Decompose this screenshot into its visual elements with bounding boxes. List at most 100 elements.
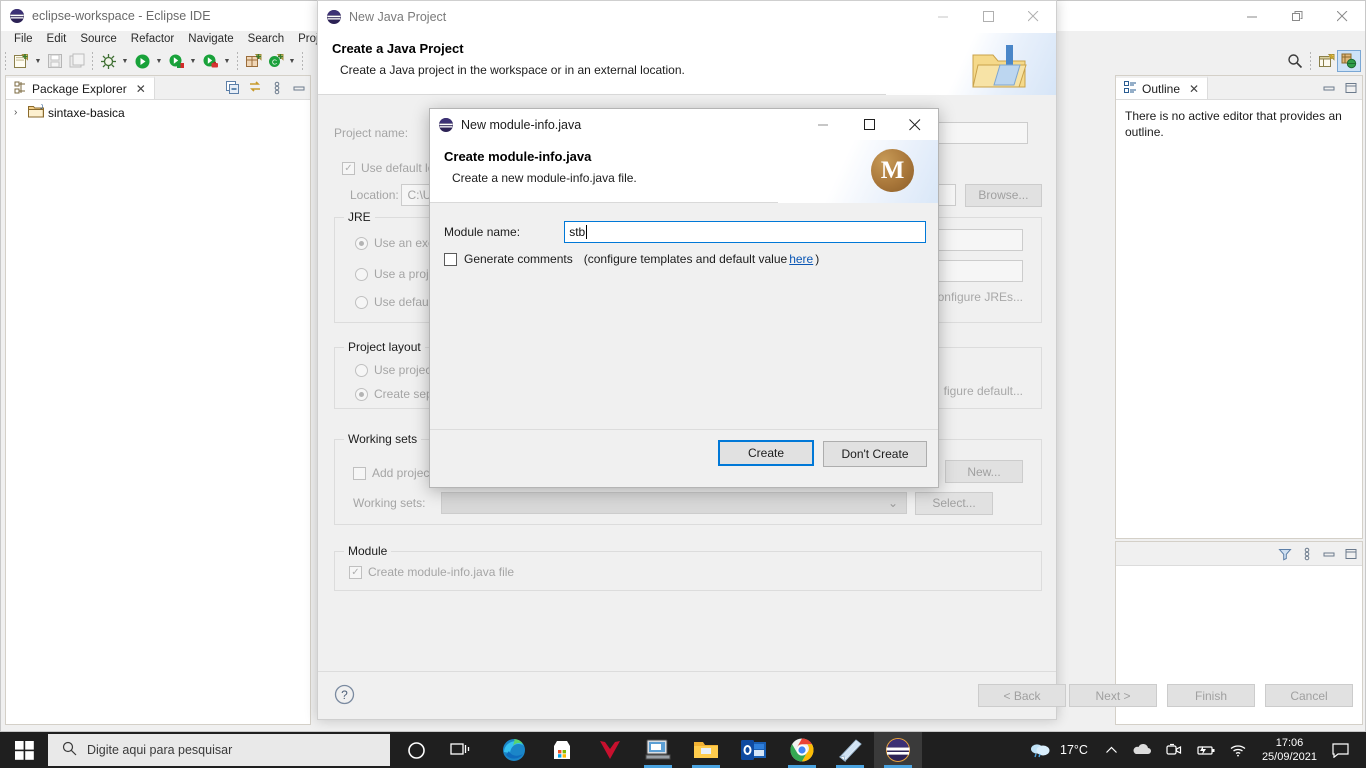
- coverage-dropdown-icon[interactable]: ▼: [221, 50, 233, 72]
- taskbar-app-sticky-notes[interactable]: [826, 732, 874, 768]
- tree-item-label: sintaxe-basica: [48, 105, 125, 120]
- external-tools-dropdown-icon[interactable]: ▼: [187, 50, 199, 72]
- toolbar-separator: [5, 52, 6, 70]
- start-button[interactable]: [0, 732, 48, 768]
- collapse-all-icon[interactable]: [225, 81, 240, 96]
- webcam-icon[interactable]: [1159, 743, 1189, 757]
- maximize-view-icon[interactable]: [1343, 81, 1358, 96]
- tab-package-explorer[interactable]: Package Explorer ✕: [6, 76, 155, 99]
- radio-use-project-specific-jre[interactable]: [355, 267, 368, 281]
- dont-create-button[interactable]: Don't Create: [823, 441, 927, 467]
- minimize-view-icon[interactable]: [1321, 81, 1336, 96]
- search-icon[interactable]: [1284, 50, 1306, 72]
- taskbar-app-outlook[interactable]: [730, 732, 778, 768]
- radio-use-project-folder[interactable]: [355, 363, 368, 377]
- run-icon[interactable]: [131, 50, 153, 72]
- clock-date: 25/09/2021: [1261, 751, 1317, 763]
- filter-icon[interactable]: [1277, 547, 1292, 562]
- menu-edit[interactable]: Edit: [40, 31, 74, 48]
- menu-file[interactable]: File: [7, 31, 40, 48]
- clock[interactable]: 17:06 25/09/2021: [1254, 736, 1325, 764]
- show-hidden-icons-chevron-up-icon[interactable]: [1098, 744, 1125, 757]
- dialog-header: Create module-info.java Create a new mod…: [430, 140, 938, 203]
- battery-icon[interactable]: [1189, 744, 1223, 757]
- use-default-location-checkbox[interactable]: ✓: [342, 161, 355, 175]
- taskbar-app-mcafee[interactable]: [586, 732, 634, 768]
- link-with-editor-icon[interactable]: [247, 81, 262, 96]
- minimize-icon[interactable]: [921, 1, 966, 31]
- java-perspective-icon[interactable]: [1337, 50, 1361, 72]
- taskbar-app-file-explorer[interactable]: [682, 732, 730, 768]
- menu-navigate[interactable]: Navigate: [181, 31, 240, 48]
- new-class-dropdown-icon[interactable]: ▼: [286, 50, 298, 72]
- minimize-icon[interactable]: [1230, 1, 1275, 31]
- close-icon[interactable]: [892, 109, 938, 140]
- tree-item-project[interactable]: › J sintaxe-basica: [6, 100, 310, 121]
- add-project-to-working-sets-checkbox[interactable]: [353, 466, 366, 480]
- help-icon[interactable]: ?: [334, 684, 355, 708]
- task-view-icon[interactable]: [440, 732, 480, 768]
- radio-create-separate-folders[interactable]: [355, 387, 368, 401]
- show-desktop-button[interactable]: [1356, 732, 1366, 768]
- action-center-icon[interactable]: [1325, 742, 1356, 758]
- eclipse-window-controls: [1230, 1, 1365, 31]
- restore-icon[interactable]: [1275, 1, 1320, 31]
- cortana-icon[interactable]: [396, 732, 436, 768]
- onedrive-icon[interactable]: [1125, 743, 1159, 757]
- wifi-icon[interactable]: [1223, 743, 1254, 757]
- view-menu-icon[interactable]: [269, 81, 284, 96]
- new-working-set-button[interactable]: New...: [945, 460, 1023, 483]
- debug-dropdown-icon[interactable]: ▼: [119, 50, 131, 72]
- configure-jres-link[interactable]: Configure JREs...: [929, 290, 1023, 304]
- run-dropdown-icon[interactable]: ▼: [153, 50, 165, 72]
- radio-use-execution-environment[interactable]: [355, 236, 368, 250]
- menu-refactor[interactable]: Refactor: [124, 31, 181, 48]
- taskbar-search-box[interactable]: Digite aqui para pesquisar: [48, 734, 390, 766]
- module-name-label: Module name:: [444, 225, 521, 239]
- maximize-view-icon[interactable]: [1343, 547, 1358, 562]
- close-icon[interactable]: [1320, 1, 1365, 31]
- minimize-icon[interactable]: [800, 109, 846, 140]
- taskbar-app-microsoft-edge[interactable]: [490, 732, 538, 768]
- configure-templates-link[interactable]: here: [789, 252, 813, 266]
- minimize-view-icon[interactable]: [291, 81, 306, 96]
- radio-use-default-jre[interactable]: [355, 295, 368, 309]
- close-icon[interactable]: ✕: [136, 82, 146, 96]
- new-java-class-icon[interactable]: C: [264, 50, 286, 72]
- open-perspective-icon[interactable]: [1315, 50, 1337, 72]
- project-jre-combo[interactable]: [929, 260, 1023, 282]
- outline-icon: [1124, 80, 1137, 97]
- weather-icon[interactable]: [1022, 741, 1058, 759]
- close-icon[interactable]: ✕: [1189, 82, 1199, 96]
- configure-default-link[interactable]: figure default...: [944, 384, 1023, 398]
- taskbar-app-microsoft-store[interactable]: [538, 732, 586, 768]
- new-wizard-dropdown-icon[interactable]: ▼: [32, 50, 44, 72]
- expand-arrow-icon[interactable]: ›: [14, 107, 24, 118]
- close-icon[interactable]: [1011, 1, 1056, 31]
- debug-icon[interactable]: [97, 50, 119, 72]
- select-working-sets-button[interactable]: Select...: [915, 491, 993, 515]
- generate-comments-checkbox[interactable]: [444, 252, 457, 266]
- module-name-input[interactable]: stb: [564, 221, 926, 243]
- tab-outline[interactable]: Outline ✕: [1116, 76, 1209, 99]
- create-button[interactable]: Create: [718, 440, 814, 466]
- maximize-icon[interactable]: [966, 1, 1011, 31]
- menu-search[interactable]: Search: [241, 31, 291, 48]
- taskbar-app-remote-desktop[interactable]: [634, 732, 682, 768]
- dialog-titlebar: New module-info.java: [430, 109, 938, 140]
- create-module-info-checkbox[interactable]: ✓: [349, 565, 362, 579]
- run-coverage-icon[interactable]: [199, 50, 221, 72]
- taskbar-app-google-chrome[interactable]: [778, 732, 826, 768]
- view-menu-icon[interactable]: [1299, 547, 1314, 562]
- new-wizard-icon[interactable]: [10, 50, 32, 72]
- minimize-view-icon[interactable]: [1321, 547, 1336, 562]
- project-name-label: Project name:: [334, 126, 409, 140]
- execution-environment-combo[interactable]: [929, 229, 1023, 251]
- menu-source[interactable]: Source: [73, 31, 123, 48]
- working-sets-combo[interactable]: ⌄: [441, 492, 907, 514]
- run-external-tools-icon[interactable]: [165, 50, 187, 72]
- taskbar-app-eclipse[interactable]: [874, 732, 922, 768]
- maximize-icon[interactable]: [846, 109, 892, 140]
- browse-button[interactable]: Browse...: [964, 183, 1043, 207]
- new-java-package-icon[interactable]: [242, 50, 264, 72]
